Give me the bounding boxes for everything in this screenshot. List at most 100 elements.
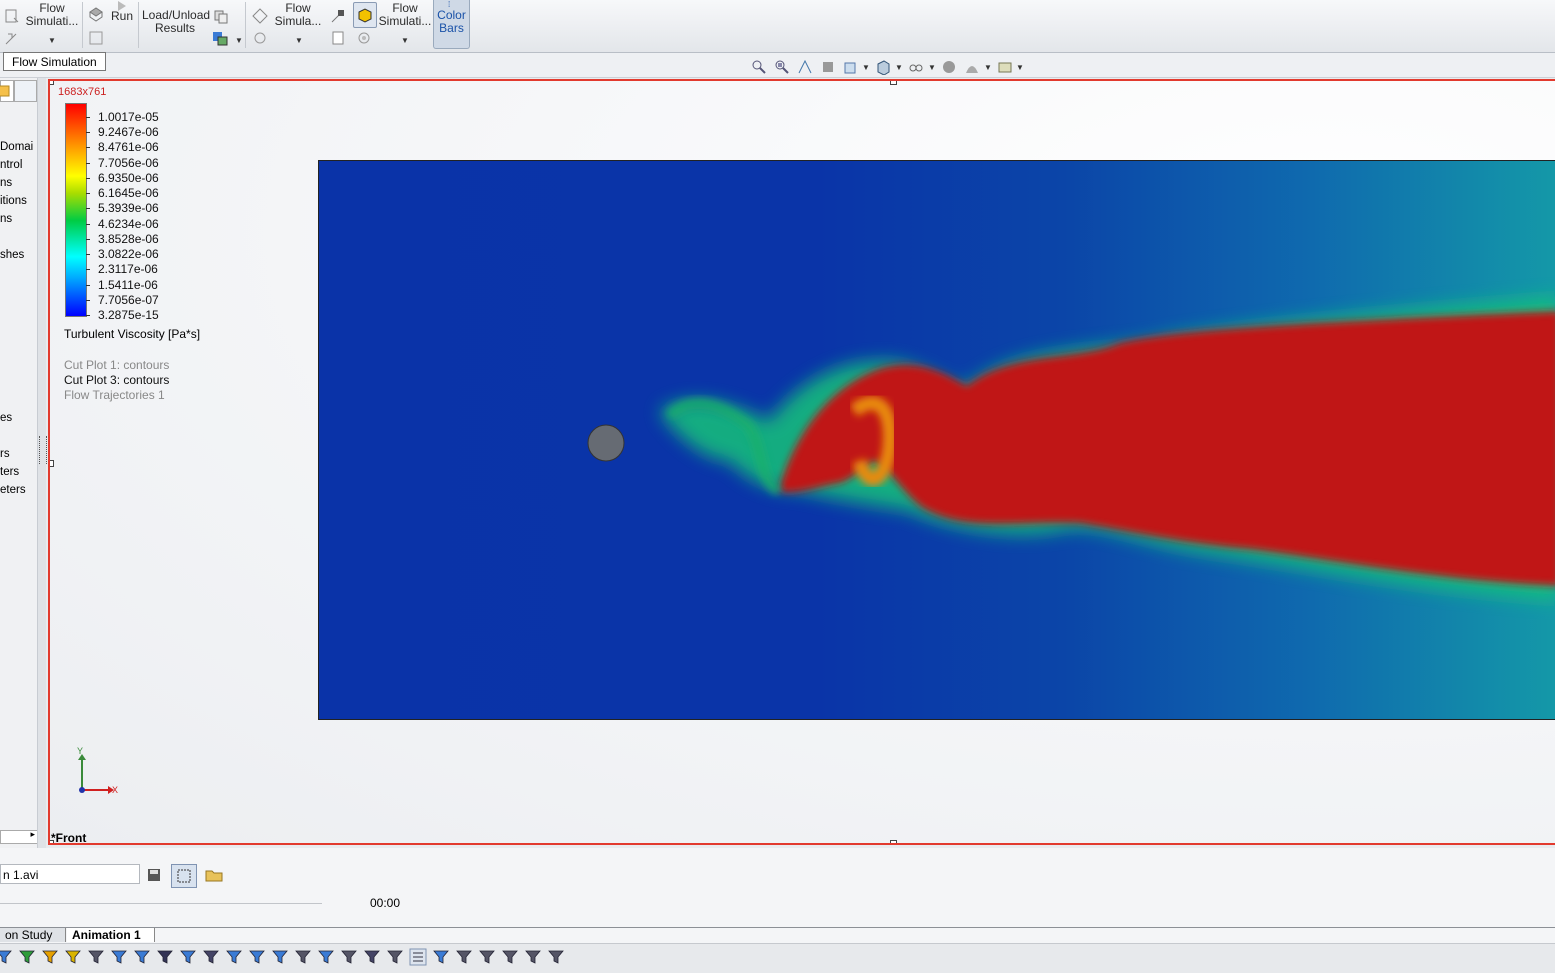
run-button[interactable]: Run	[108, 10, 136, 23]
splitter-grip[interactable]	[39, 436, 47, 464]
resize-handle[interactable]	[50, 81, 54, 85]
chevron-down-icon[interactable]: ▼	[1016, 63, 1024, 72]
tree-item[interactable]: Domai	[0, 141, 33, 153]
view-orientation-icon[interactable]	[843, 59, 859, 75]
save-icon[interactable]	[146, 867, 162, 883]
flow-simulation-button-3[interactable]: Flow Simulati...	[378, 2, 432, 28]
filter-events-icon[interactable]	[64, 948, 82, 966]
filter-animated-icon[interactable]	[110, 948, 128, 966]
scroll-right-icon[interactable]: ▸	[30, 829, 35, 840]
copy-results-icon[interactable]	[213, 8, 229, 24]
tree-item[interactable]: shes	[0, 249, 24, 261]
zoom-to-fit-icon[interactable]	[751, 59, 767, 75]
expand-icon[interactable]	[432, 948, 450, 966]
spring-icon[interactable]	[501, 948, 519, 966]
section-view-icon[interactable]	[820, 59, 836, 75]
rotate-icon[interactable]	[202, 948, 220, 966]
hide-show-icon[interactable]	[908, 59, 924, 75]
tree-tab-2[interactable]	[14, 80, 37, 102]
tab-animation-1[interactable]: Animation 1	[67, 928, 155, 942]
contour-plot-domain[interactable]	[318, 160, 1555, 720]
grid-icon[interactable]	[340, 948, 358, 966]
tools-icon[interactable]	[4, 30, 20, 46]
horizontal-scrollbar[interactable]: ▸	[0, 829, 37, 844]
monitor-icon[interactable]	[88, 30, 104, 46]
select-icon[interactable]	[271, 948, 289, 966]
flow-simulation-button-2[interactable]: Flow Simula...	[272, 2, 324, 28]
motor-icon[interactable]	[478, 948, 496, 966]
color-scale-label: 1.5411e-06	[98, 277, 158, 292]
filter-results-icon[interactable]	[133, 948, 151, 966]
filter-parts-icon[interactable]	[18, 948, 36, 966]
color-scale-label: 1.0017e-05	[98, 110, 159, 124]
report-icon[interactable]	[330, 30, 346, 46]
color-scale-tick	[86, 238, 90, 240]
scene-icon[interactable]	[964, 59, 980, 75]
zoom-in-icon[interactable]	[225, 948, 243, 966]
results-options-icon[interactable]	[212, 30, 228, 46]
previous-view-icon[interactable]	[797, 59, 813, 75]
view-settings-icon[interactable]	[997, 59, 1013, 75]
color-scale-label: 3.0822e-06	[98, 247, 159, 262]
tree-item[interactable]: rs	[0, 448, 10, 460]
tree-item[interactable]: es	[0, 412, 12, 424]
properties-icon[interactable]	[455, 948, 473, 966]
cube-icon	[358, 8, 372, 23]
goals-icon[interactable]	[330, 8, 346, 24]
command-ribbon: Flow Simulati... ▼ Run Load/Unload Resul…	[0, 0, 1555, 53]
filter-mates-icon[interactable]	[87, 948, 105, 966]
chevron-down-icon[interactable]: ▼	[895, 63, 903, 72]
chevron-down-icon[interactable]: ▼	[928, 63, 936, 72]
tab-flow-simulation[interactable]: Flow Simulation	[3, 52, 106, 71]
tree-item[interactable]: ns	[0, 177, 12, 189]
filter-sel-icon[interactable]	[179, 948, 197, 966]
resize-handle[interactable]	[890, 81, 897, 85]
browse-folder-icon[interactable]	[205, 867, 223, 883]
tab-motion-study[interactable]: on Study 1	[0, 928, 66, 956]
chevron-down-icon[interactable]: ▼	[235, 36, 243, 45]
resize-handle[interactable]	[50, 460, 54, 467]
settings-icon[interactable]	[252, 30, 268, 46]
tree-item[interactable]: ters	[0, 466, 19, 478]
animation-filename-field[interactable]: n 1.avi	[0, 864, 140, 884]
panel-splitter[interactable]	[38, 78, 47, 848]
flow-simulation-button-1[interactable]: Flow Simulati...	[24, 2, 80, 28]
select-mode-icon[interactable]	[386, 948, 404, 966]
tree-item[interactable]: eters	[0, 484, 26, 496]
chevron-down-icon[interactable]: ▼	[401, 36, 409, 45]
graphics-viewport[interactable]: 1683x761 Turbulent Viscosity [Pa*s] Cut …	[48, 79, 1555, 845]
diamond-icon[interactable]	[252, 8, 268, 24]
resize-handle[interactable]	[890, 840, 897, 843]
tree-item[interactable]: itions	[0, 195, 27, 207]
chevron-down-icon[interactable]: ▼	[295, 36, 303, 45]
tree-item[interactable]: ntrol	[0, 159, 22, 171]
tree-tab[interactable]	[0, 80, 14, 102]
flip-icon[interactable]	[248, 948, 266, 966]
color-bars-button[interactable]: ⁞ Color Bars	[433, 0, 470, 49]
filter-drive-icon[interactable]	[41, 948, 59, 966]
region-select-button[interactable]	[171, 864, 197, 888]
contact-icon[interactable]	[547, 948, 565, 966]
damper-icon[interactable]	[524, 948, 542, 966]
tree-item[interactable]: ns	[0, 213, 12, 225]
chevron-down-icon[interactable]: ▼	[984, 63, 992, 72]
color-scale-tick	[86, 269, 90, 271]
zoom-area-icon[interactable]	[774, 59, 790, 75]
chevron-down-icon[interactable]: ▼	[48, 36, 56, 45]
flow-wizard-icon	[5, 9, 19, 23]
flow-sim-toggle[interactable]	[353, 2, 377, 28]
color-scale-tick	[86, 177, 90, 179]
filter-icon[interactable]	[0, 948, 13, 966]
collapse-icon[interactable]	[409, 948, 427, 966]
filter-type-icon[interactable]	[156, 948, 174, 966]
fit-icon[interactable]	[294, 948, 312, 966]
appearance-icon[interactable]	[941, 59, 957, 75]
color-scale-title: Turbulent Viscosity [Pa*s]	[64, 327, 201, 341]
sketch-icon[interactable]	[317, 948, 335, 966]
chevron-down-icon[interactable]: ▼	[862, 63, 870, 72]
timeline-track[interactable]	[0, 903, 322, 904]
plot-icon[interactable]	[363, 948, 381, 966]
display-style-icon[interactable]	[875, 59, 891, 75]
load-unload-results-button[interactable]: Load/Unload Results	[142, 9, 210, 35]
gear-icon[interactable]	[356, 30, 372, 46]
